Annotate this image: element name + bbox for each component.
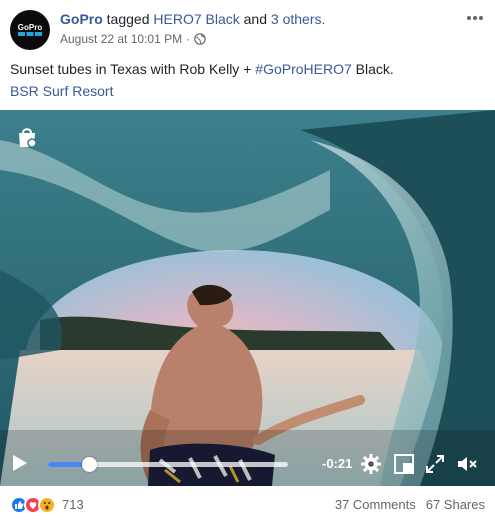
mute-icon[interactable] <box>456 453 478 475</box>
play-icon[interactable] <box>12 454 28 472</box>
settings-gear-icon[interactable] <box>360 453 382 475</box>
and-word: and <box>243 11 267 27</box>
reactions-summary[interactable]: 713 <box>10 496 84 514</box>
post-timestamp[interactable]: August 22 at 10:01 PM <box>60 31 182 47</box>
post-header: GoPro GoPro tagged HERO7 Black and 3 oth… <box>10 8 485 50</box>
hashtag-link[interactable]: #GoProHERO7 <box>255 61 351 77</box>
post-text: Sunset tubes in Texas with Rob Kelly + #… <box>10 60 394 78</box>
shopping-bag-icon[interactable] <box>14 124 40 150</box>
facebook-post: GoPro GoPro tagged HERO7 Black and 3 oth… <box>0 0 495 524</box>
shares-link[interactable]: 67 Shares <box>426 496 485 514</box>
meta-separator: · <box>186 32 191 46</box>
globe-icon[interactable] <box>194 33 206 45</box>
page-avatar[interactable]: GoPro <box>10 10 50 50</box>
video-frame <box>0 110 495 486</box>
video-controls: -0:21 <box>0 442 495 486</box>
gopro-logo: GoPro <box>18 23 43 36</box>
fullscreen-icon[interactable] <box>424 453 446 475</box>
engagement-stats: 37 Comments 67 Shares <box>335 496 485 514</box>
picture-in-picture-icon[interactable] <box>393 453 415 475</box>
reaction-count: 713 <box>62 497 84 512</box>
post-footer: 713 37 Comments 67 Shares <box>10 494 485 516</box>
post-author-line: GoPro tagged HERO7 Black and 3 others. <box>60 10 325 28</box>
avatar-logo-text: GoPro <box>18 23 43 32</box>
others-link[interactable]: 3 others. <box>271 11 325 27</box>
progress-scrubber[interactable] <box>82 457 97 472</box>
progress-bar[interactable] <box>48 457 288 472</box>
post-text-before: Sunset tubes in Texas with Rob Kelly + <box>10 61 256 77</box>
tagged-page-link[interactable]: HERO7 Black <box>153 11 239 27</box>
location-link[interactable]: BSR Surf Resort <box>10 82 113 100</box>
post-meta: August 22 at 10:01 PM · <box>60 31 206 47</box>
tagged-word: tagged <box>106 11 150 27</box>
page-name-link[interactable]: GoPro <box>60 11 103 27</box>
post-text-after: Black. <box>351 61 394 77</box>
wow-reaction-icon <box>38 496 56 514</box>
video-player[interactable]: -0:21 <box>0 110 495 486</box>
time-remaining: -0:21 <box>322 456 353 471</box>
comments-link[interactable]: 37 Comments <box>335 496 416 514</box>
more-horizontal-icon[interactable] <box>465 8 485 28</box>
